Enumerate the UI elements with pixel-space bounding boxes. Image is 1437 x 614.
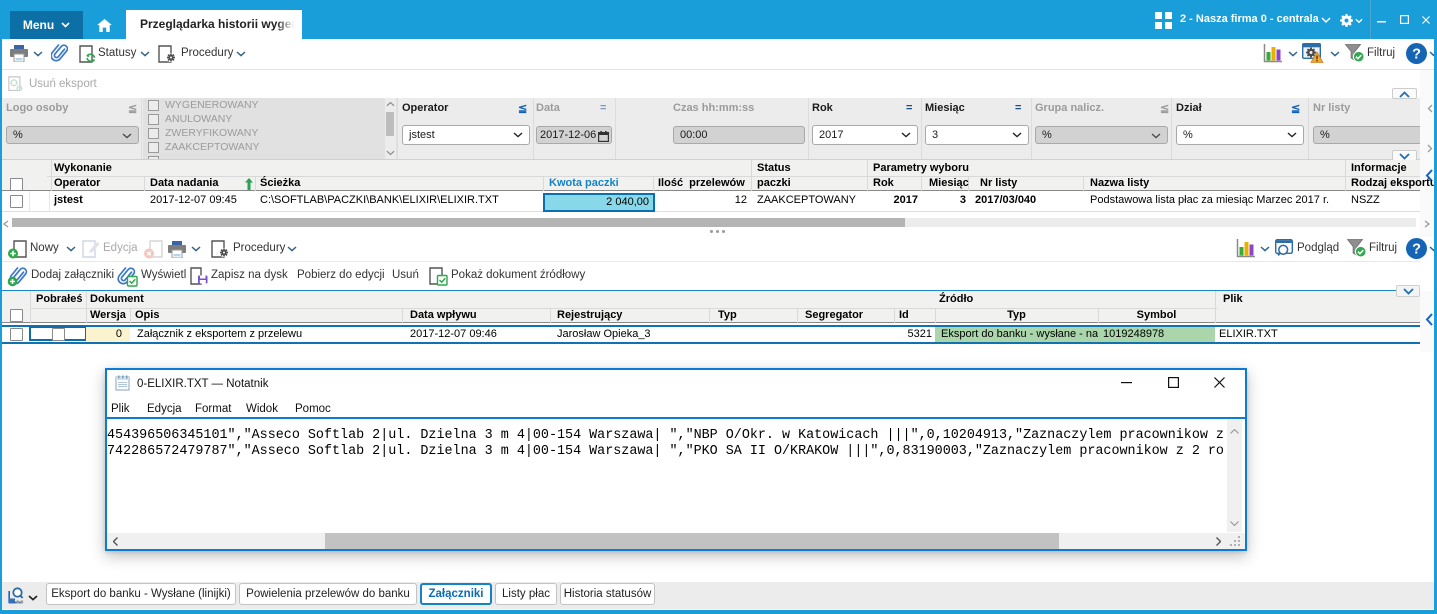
svg-text:?: ? <box>1412 47 1421 63</box>
svg-text:?: ? <box>1412 242 1421 258</box>
